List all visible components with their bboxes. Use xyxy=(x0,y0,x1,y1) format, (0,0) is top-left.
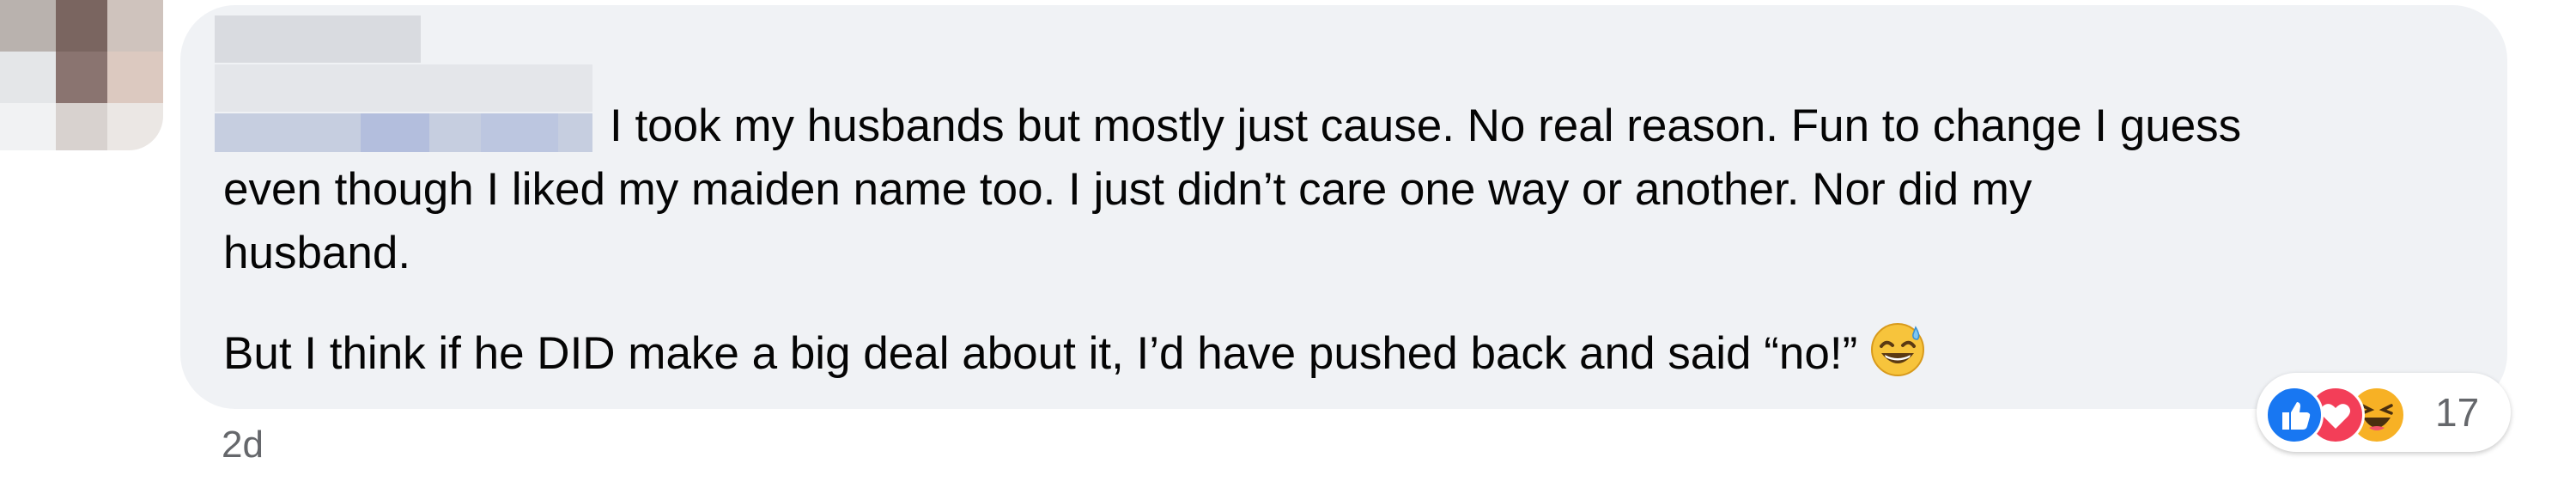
like-icon xyxy=(2265,386,2324,444)
comment-text-line: even though I liked my maiden name too. … xyxy=(223,164,2032,215)
comment-timestamp[interactable]: 2d xyxy=(222,423,264,467)
comment-text-line: husband. xyxy=(223,228,411,278)
grinning-face-with-sweat-emoji xyxy=(1869,320,1926,377)
comment-text-line: I took my husbands but mostly just cause… xyxy=(610,101,2242,151)
comment-text-line: But I think if he DID make a big deal ab… xyxy=(223,320,1926,386)
reaction-count: 17 xyxy=(2435,390,2480,435)
avatar[interactable] xyxy=(0,0,163,150)
reactions-summary[interactable]: 17 xyxy=(2257,373,2511,452)
comment-text-span: But I think if he DID make a big deal ab… xyxy=(223,328,1858,379)
